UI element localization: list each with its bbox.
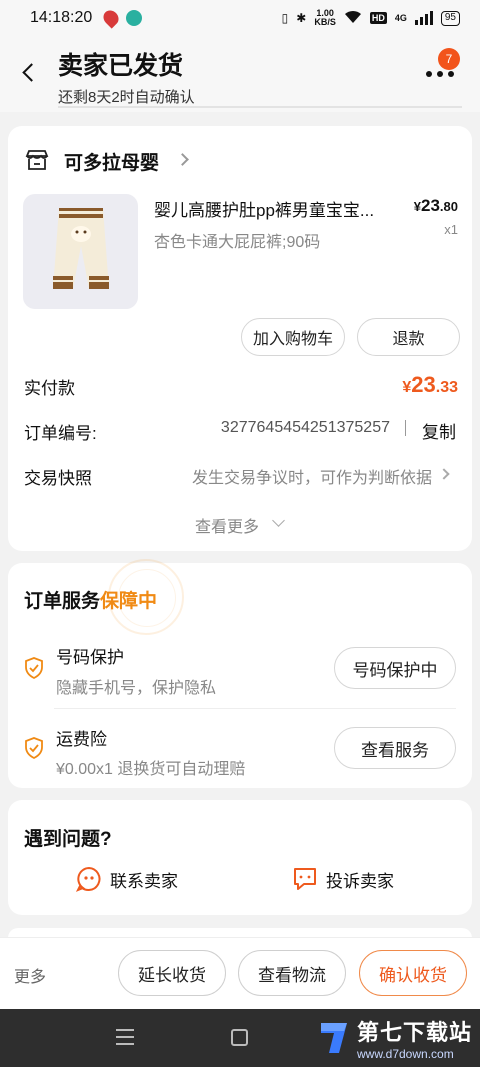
shield-check-icon (25, 657, 43, 679)
paid-amount: ¥23.33 (402, 372, 458, 397)
page-title: 卖家已发货 (58, 52, 184, 80)
location-pin-icon (100, 7, 122, 29)
bottom-action-bar: 更多 延长收货 查看物流 确认收货 (0, 937, 480, 1009)
product-quantity: x1 (444, 222, 458, 237)
paid-label: 实付款 (24, 379, 75, 398)
service-item-desc: ¥0.00x1 退换货可自动理赔 (56, 761, 246, 778)
add-to-cart-button[interactable]: 加入购物车 (241, 318, 345, 356)
snapshot-label[interactable]: 交易快照 (24, 464, 92, 489)
notification-badge: 7 (438, 48, 460, 70)
product-image[interactable] (23, 194, 138, 309)
product-title[interactable]: 婴儿高腰护肚pp裤男童宝宝... (154, 196, 394, 221)
contact-seller-button[interactable]: 联系卖家 (76, 866, 178, 892)
signal-label: 4G (394, 13, 407, 23)
hd-icon: HD (369, 12, 387, 24)
divider (405, 420, 406, 436)
complaint-icon (294, 868, 316, 890)
chat-app-icon (126, 10, 143, 26)
view-service-button[interactable]: 查看服务 (334, 727, 456, 769)
bluetooth-icon: ✱ (296, 11, 307, 25)
status-time: 14:18:20 (30, 9, 93, 26)
order-detail-card: 可多拉母婴 婴儿高腰护肚pp裤男童宝宝... ¥23.80 x1 杏色卡通大屁屁… (8, 126, 472, 551)
header-divider (58, 106, 462, 108)
refund-button[interactable]: 退款 (357, 318, 460, 356)
recent-apps-icon[interactable] (116, 1029, 134, 1045)
vibrate-icon: ▯ (281, 11, 289, 25)
extend-receipt-button[interactable]: 延长收货 (118, 950, 226, 996)
order-number: 3277645454251375257 (220, 419, 390, 436)
battery-icon: 95 (440, 10, 460, 26)
confirm-receipt-button[interactable]: 确认收货 (359, 950, 467, 996)
back-arrow-icon[interactable] (16, 60, 42, 86)
status-bar: 14:18:20 ▯ ✱ 1.00 KB/S HD 4G 95 (0, 0, 480, 36)
signal-icon (414, 11, 433, 25)
shield-check-icon (25, 737, 43, 759)
help-title: 遇到问题? (24, 829, 112, 850)
complain-seller-button[interactable]: 投诉卖家 (292, 866, 394, 892)
number-protection-button[interactable]: 号码保护中 (334, 647, 456, 689)
see-more-button[interactable]: 查看更多 (195, 513, 259, 537)
view-logistics-button[interactable]: 查看物流 (238, 950, 346, 996)
product-price: ¥23.80 (413, 196, 458, 215)
baby-pants-icon (53, 208, 109, 289)
auto-confirm-countdown: 还剩8天2时自动确认 (58, 89, 195, 106)
service-title: 订单服务保障中 (24, 591, 158, 612)
chat-face-icon (76, 866, 101, 892)
shop-name[interactable]: 可多拉母婴 (64, 148, 159, 175)
more-actions-button[interactable]: 更多 (14, 963, 46, 987)
chevron-right-icon[interactable] (438, 468, 450, 480)
watermark-url: www.d7down.com (356, 1047, 454, 1061)
home-icon[interactable] (231, 1029, 248, 1046)
service-item-name: 运费险 (56, 730, 107, 749)
help-card: 遇到问题? 联系卖家 投诉卖家 (8, 800, 472, 915)
snapshot-hint[interactable]: 发生交易争议时，可作为判断依据 (192, 464, 432, 488)
system-nav-bar: 第七下载站 www.d7down.com (0, 1009, 480, 1067)
product-spec: 杏色卡通大屁屁裤;90码 (154, 234, 321, 251)
wifi-icon (344, 10, 362, 27)
order-number-label: 订单编号: (24, 424, 97, 443)
divider (54, 708, 456, 709)
watermark-text: 第七下载站 (356, 1020, 472, 1045)
net-speed: 1.00 KB/S (314, 8, 336, 27)
service-item-name: 号码保护 (56, 648, 124, 667)
watermark-logo-icon (320, 1023, 347, 1053)
order-service-card: 订单服务保障中 号码保护 隐藏手机号，保护隐私 号码保护中 运费险 ¥0.00x… (8, 559, 472, 788)
page-header: 卖家已发货 还剩8天2时自动确认 7 (0, 36, 480, 112)
site-watermark: 第七下载站 www.d7down.com (317, 1015, 472, 1061)
service-item-desc: 隐藏手机号，保护隐私 (56, 680, 217, 697)
copy-button[interactable]: 复制 (422, 418, 456, 443)
chevron-down-icon[interactable] (272, 514, 285, 527)
store-icon (25, 150, 49, 170)
chevron-right-icon[interactable] (176, 153, 189, 166)
